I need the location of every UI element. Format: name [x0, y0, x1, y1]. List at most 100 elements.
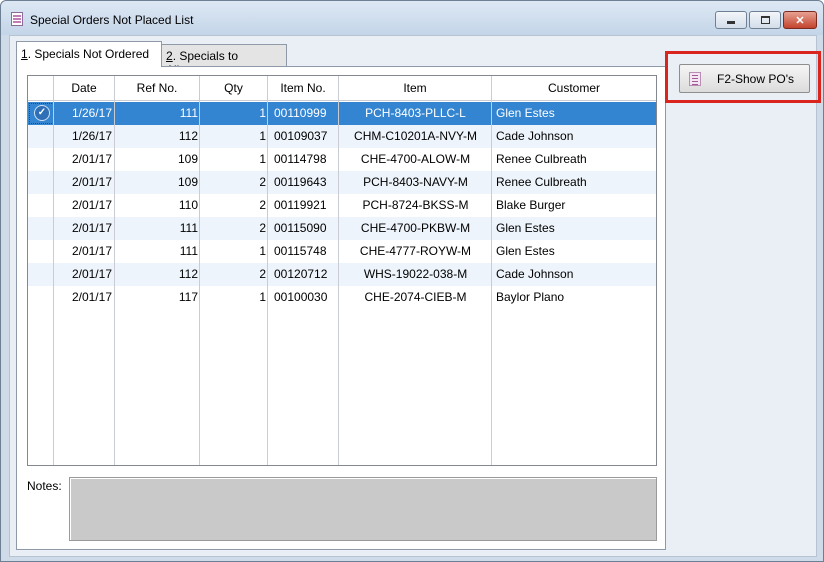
cell-item-no: 00120712 — [274, 267, 328, 281]
cell-item: CHE-4700-PKBW-M — [360, 221, 471, 235]
grid-header: Date Ref No. Qty Item No. Item Customer — [28, 76, 656, 101]
tab-label: . Specials Not Ordered — [27, 47, 150, 61]
cell-qty: 1 — [259, 106, 266, 120]
table-row[interactable]: 2/01/17 110 2 00119921 PCH-8724-BKSS-M Blake … — [28, 194, 656, 217]
cell-date: 2/01/17 — [71, 244, 112, 258]
cell-item-no: 00119921 — [274, 198, 327, 212]
cell-ref-no: 109 — [177, 175, 198, 189]
column-divider — [491, 76, 492, 465]
column-divider — [199, 76, 200, 465]
cell-customer: Baylor Plano — [496, 290, 565, 304]
table-row[interactable]: 2/01/17 112 2 00120712 WHS-19022-038-M Cade J… — [28, 263, 656, 286]
minimize-icon — [727, 21, 735, 24]
cell-select[interactable]: ✓ — [28, 102, 54, 125]
cell-select[interactable] — [28, 263, 54, 286]
notes-field[interactable] — [70, 478, 656, 540]
cell-item: CHE-4700-ALOW-M — [360, 152, 471, 166]
window-title: Special Orders Not Placed List — [30, 13, 194, 27]
cell-item-no: 00109037 — [274, 129, 328, 143]
cell-ref-no: 111 — [179, 106, 198, 120]
cell-customer: Renee Culbreath — [496, 175, 587, 189]
cell-qty: 1 — [259, 152, 266, 166]
cell-item-no: 00115090 — [274, 221, 327, 235]
cell-item: PCH-8403-PLLC-L — [365, 106, 466, 120]
table-row[interactable]: 2/01/17 109 2 00119643 PCH-8403-NAVY-M Renee … — [28, 171, 656, 194]
table-row[interactable]: 2/01/17 111 2 00115090 CHE-4700-PKBW-M Glen E… — [28, 217, 656, 240]
column-header-ref-no[interactable]: Ref No. — [115, 76, 200, 101]
notes-box — [69, 477, 657, 541]
cell-item-no: 00115748 — [274, 244, 327, 258]
cell-customer: Glen Estes — [496, 244, 555, 258]
close-button[interactable]: ✕ — [783, 11, 817, 29]
close-icon: ✕ — [795, 14, 805, 27]
column-divider — [114, 76, 115, 465]
cell-select[interactable] — [28, 125, 54, 148]
cell-item: PCH-8724-BKSS-M — [362, 198, 469, 212]
table-row[interactable]: 2/01/17 117 1 00100030 CHE-2074-CIEB-M Baylor… — [28, 286, 656, 309]
show-pos-label: F2-Show PO's — [717, 72, 794, 86]
table-row[interactable]: ✓ 1/26/17 111 1 00110999 PCH-8403-PLLC-L Glen … — [28, 102, 656, 125]
cell-select[interactable] — [28, 286, 54, 309]
cell-date: 2/01/17 — [71, 175, 112, 189]
cell-item: CHM-C10201A-NVY-M — [354, 129, 477, 143]
column-header-date[interactable]: Date — [54, 76, 115, 101]
maximize-button[interactable] — [749, 11, 781, 29]
checkmark-icon: ✓ — [34, 105, 50, 121]
tab-hotkey: 1 — [21, 47, 28, 61]
cell-qty: 1 — [259, 244, 266, 258]
cell-ref-no: 109 — [177, 152, 198, 166]
cell-date: 2/01/17 — [71, 152, 112, 166]
cell-customer: Cade Johnson — [496, 267, 574, 281]
show-pos-button[interactable]: F2-Show PO's — [679, 64, 810, 93]
cell-item-no: 00100030 — [274, 290, 328, 304]
cell-select[interactable] — [28, 194, 54, 217]
tab-specials-not-ordered[interactable]: 1. Specials Not Ordered — [16, 41, 162, 67]
cell-customer: Glen Estes — [496, 106, 555, 120]
cell-ref-no: 110 — [178, 198, 198, 212]
maximize-icon — [760, 16, 770, 24]
column-header-qty[interactable]: Qty — [200, 76, 268, 101]
title-bar[interactable]: Special Orders Not Placed List ✕ — [1, 1, 823, 35]
column-divider — [53, 76, 54, 465]
cell-ref-no: 111 — [179, 221, 198, 235]
cell-ref-no: 112 — [178, 129, 198, 143]
cell-date: 2/01/17 — [71, 221, 112, 235]
table-row[interactable]: 1/26/17 112 1 00109037 CHM-C10201A-NVY-M Cade… — [28, 125, 656, 148]
document-list-icon — [689, 72, 701, 86]
window: Special Orders Not Placed List ✕ 1. Spec… — [0, 0, 824, 562]
minimize-button[interactable] — [715, 11, 747, 29]
app-list-icon — [11, 12, 23, 26]
cell-customer: Renee Culbreath — [496, 152, 587, 166]
column-header-item-no[interactable]: Item No. — [268, 76, 339, 101]
tab-specials-to-allocate[interactable]: 2. Specials to Allocate — [161, 44, 287, 77]
cell-qty: 1 — [259, 129, 266, 143]
column-header-customer[interactable]: Customer — [492, 76, 656, 101]
cell-qty: 1 — [259, 290, 266, 304]
cell-date: 2/01/17 — [71, 198, 112, 212]
cell-select[interactable] — [28, 171, 54, 194]
cell-date: 2/01/17 — [71, 290, 112, 304]
cell-customer: Glen Estes — [496, 221, 555, 235]
column-header-item[interactable]: Item — [339, 76, 492, 101]
notes-label: Notes: — [27, 479, 62, 493]
tab-panel: Date Ref No. Qty Item No. Item Customer … — [16, 66, 666, 550]
client-area: 1. Specials Not Ordered 2. Specials to A… — [9, 35, 817, 557]
cell-item: PCH-8403-NAVY-M — [363, 175, 468, 189]
column-divider — [267, 76, 268, 465]
column-header-select[interactable] — [28, 76, 54, 101]
cell-qty: 2 — [259, 221, 266, 235]
cell-item-no: 00119643 — [274, 175, 327, 189]
cell-date: 1/26/17 — [71, 129, 112, 143]
cell-select[interactable] — [28, 240, 54, 263]
cell-item: CHE-2074-CIEB-M — [364, 290, 467, 304]
column-divider — [338, 76, 339, 465]
cell-select[interactable] — [28, 217, 54, 240]
cell-select[interactable] — [28, 148, 54, 171]
table-row[interactable]: 2/01/17 109 1 00114798 CHE-4700-ALOW-M Renee … — [28, 148, 656, 171]
cell-qty: 2 — [259, 267, 266, 281]
table-row[interactable]: 2/01/17 111 1 00115748 CHE-4777-ROYW-M Glen E… — [28, 240, 656, 263]
cell-item-no: 00114798 — [274, 152, 327, 166]
cell-date: 2/01/17 — [71, 267, 112, 281]
tab-hotkey: 2 — [166, 49, 173, 63]
orders-grid[interactable]: Date Ref No. Qty Item No. Item Customer … — [27, 75, 657, 466]
